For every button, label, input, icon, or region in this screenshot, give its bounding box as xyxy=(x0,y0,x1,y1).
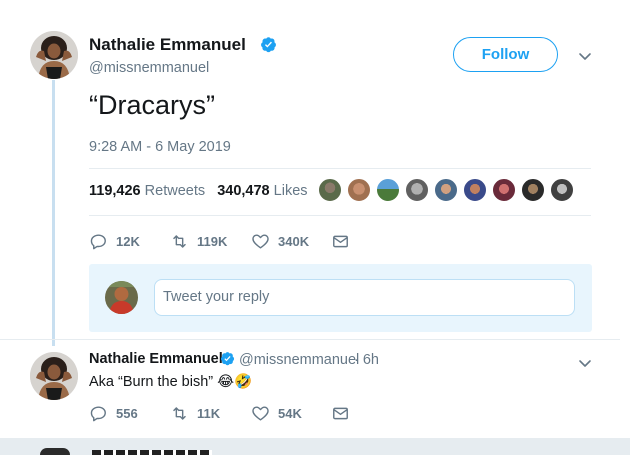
next-tweet-partial xyxy=(40,448,240,455)
reply-time-ago[interactable]: · 6h xyxy=(354,352,379,368)
like-action[interactable]: 340K xyxy=(251,230,309,252)
avatar xyxy=(40,448,70,455)
retweet-count: 11K xyxy=(197,405,221,421)
reply-author-handle[interactable]: @missnemmanuel xyxy=(239,352,359,368)
author-handle[interactable]: @missnemmanuel xyxy=(89,60,209,76)
author-name[interactable]: Nathalie Emmanuel xyxy=(89,35,246,55)
direct-message-action[interactable] xyxy=(331,230,358,252)
reply-action[interactable]: 556 xyxy=(89,402,138,424)
liker-avatar[interactable] xyxy=(347,178,371,202)
like-count: 340K xyxy=(278,233,310,249)
envelope-icon xyxy=(333,235,348,247)
liker-avatar[interactable] xyxy=(521,178,545,202)
tweet-text: “Dracarys” xyxy=(89,90,215,120)
reply-input[interactable]: Tweet your reply xyxy=(154,279,575,316)
divider xyxy=(89,215,591,216)
liker-avatar[interactable] xyxy=(492,178,516,202)
retweet-action[interactable]: 11K xyxy=(170,402,220,424)
avatar[interactable] xyxy=(30,31,78,79)
reply-icon xyxy=(90,405,106,421)
current-user-avatar[interactable] xyxy=(105,281,138,314)
like-count: 54K xyxy=(278,405,302,421)
chevron-down-icon[interactable] xyxy=(577,48,593,64)
liker-avatar[interactable] xyxy=(376,178,400,202)
direct-message-action[interactable] xyxy=(331,402,358,424)
liker-avatar[interactable] xyxy=(463,178,487,202)
retweets-stat[interactable]: 119,426 Retweets xyxy=(89,183,205,199)
reply-tweet-text: Aka “Burn the bish” 😂🤣 xyxy=(89,374,253,390)
retweets-label: Retweets xyxy=(144,183,206,199)
verified-badge-icon xyxy=(261,37,276,53)
envelope-icon xyxy=(333,407,348,419)
heart-icon xyxy=(252,233,269,249)
retweets-count: 119,426 xyxy=(89,183,141,199)
divider xyxy=(89,168,591,169)
tweet-actions: 12K 119K 340K xyxy=(89,230,369,252)
retweet-action[interactable]: 119K xyxy=(170,230,227,252)
chevron-down-icon[interactable] xyxy=(577,355,593,371)
liker-avatar[interactable] xyxy=(434,178,458,202)
retweet-count: 119K xyxy=(197,233,228,249)
avatar[interactable] xyxy=(30,352,78,400)
verified-badge-icon xyxy=(220,352,235,366)
liker-avatar[interactable] xyxy=(405,178,429,202)
tweet-detail-card: Nathalie Emmanuel @missnemmanuel Follow … xyxy=(0,0,620,438)
liker-avatar[interactable] xyxy=(550,178,574,202)
reply-action[interactable]: 12K xyxy=(89,230,140,252)
likes-stat[interactable]: 340,478 Likes xyxy=(217,183,307,199)
reply-tweet-actions: 556 11K 54K xyxy=(89,402,369,424)
thread-connector-line xyxy=(52,80,55,346)
liker-avatar[interactable] xyxy=(318,178,342,202)
reply-icon xyxy=(90,233,106,249)
follow-button[interactable]: Follow xyxy=(453,37,558,72)
likes-count: 340,478 xyxy=(217,183,270,199)
divider xyxy=(0,339,620,340)
likes-label: Likes xyxy=(273,183,308,199)
reply-author-name[interactable]: Nathalie Emmanuel xyxy=(89,351,223,367)
reply-composer: Tweet your reply xyxy=(89,264,592,332)
reply-count: 12K xyxy=(116,233,140,249)
tweet-timestamp[interactable]: 9:28 AM - 6 May 2019 xyxy=(89,139,231,155)
retweet-icon xyxy=(173,234,186,248)
like-action[interactable]: 54K xyxy=(251,402,302,424)
retweet-icon xyxy=(173,406,186,420)
reply-count: 556 xyxy=(116,405,138,421)
engagement-stats: 119,426 Retweets 340,478 Likes xyxy=(89,183,308,199)
partial-author-name xyxy=(92,450,212,455)
heart-icon xyxy=(252,405,269,421)
